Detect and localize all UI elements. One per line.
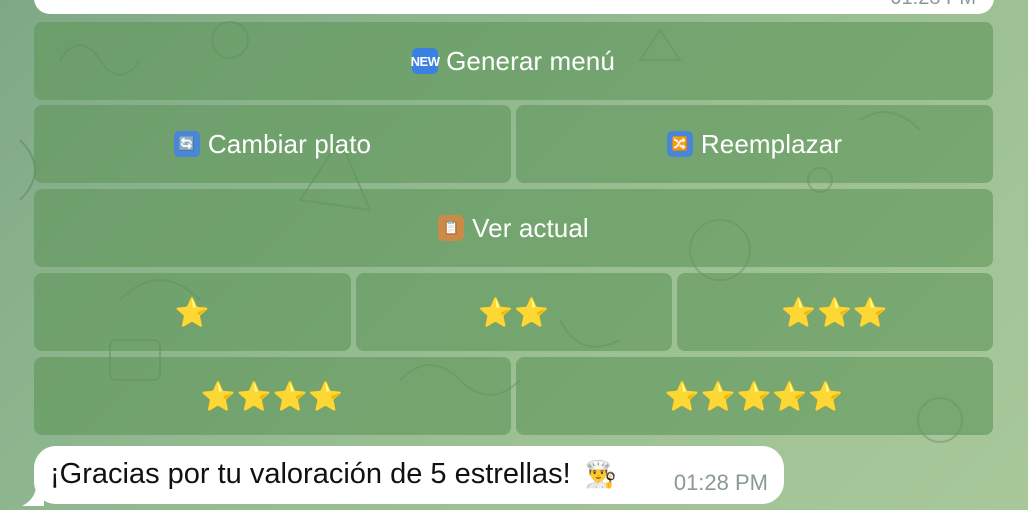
rate-5-stars-button[interactable]: ⭐⭐⭐⭐⭐	[516, 357, 993, 435]
ver-actual-button[interactable]: 📋 Ver actual	[34, 189, 993, 267]
message-time: 01:28 PM	[673, 470, 768, 495]
refresh-icon: 🔄	[173, 131, 200, 157]
star-rating-5: ⭐⭐⭐⭐⭐	[664, 380, 845, 412]
generar-menu-button[interactable]: NEW Generar menú	[34, 22, 993, 100]
previous-message-time: 01:28 PM	[890, 0, 976, 10]
star-rating-4: ⭐⭐⭐⭐	[200, 380, 345, 412]
message-bubble: ¡Gracias por tu valoración de 5 estrella…	[34, 446, 784, 504]
rate-1-star-button[interactable]: ⭐	[34, 273, 351, 351]
message-text-wrap: ¡Gracias por tu valoración de 5 estrella…	[50, 458, 617, 491]
clipboard-icon: 📋	[438, 215, 465, 241]
reemplazar-button[interactable]: 🔀 Reemplazar	[516, 105, 993, 183]
message-text: ¡Gracias por tu valoración de 5 estrella…	[50, 458, 571, 490]
rate-3-stars-button[interactable]: ⭐⭐⭐	[677, 273, 993, 351]
rate-4-stars-button[interactable]: ⭐⭐⭐⭐	[34, 357, 511, 435]
rate-2-stars-button[interactable]: ⭐⭐	[356, 273, 672, 351]
generar-menu-label: Generar menú	[446, 45, 615, 76]
star-rating-3: ⭐⭐⭐	[781, 296, 889, 328]
star-rating-2: ⭐⭐	[478, 296, 550, 328]
cambiar-plato-label: Cambiar plato	[207, 128, 372, 159]
star-rating-1: ⭐	[174, 296, 211, 328]
ver-actual-label: Ver actual	[472, 212, 589, 243]
chat-background: 01:28 PM NEW Generar menú 🔄 Cambiar plat…	[0, 0, 1028, 510]
cambiar-plato-button[interactable]: 🔄 Cambiar plato	[34, 105, 511, 183]
reemplazar-label: Reemplazar	[700, 128, 843, 159]
chef-emoji-icon: 👨‍🍳	[584, 459, 618, 489]
previous-message-bubble: 01:28 PM	[34, 0, 994, 14]
shuffle-icon: 🔀	[666, 131, 693, 157]
new-icon: NEW	[411, 48, 440, 74]
